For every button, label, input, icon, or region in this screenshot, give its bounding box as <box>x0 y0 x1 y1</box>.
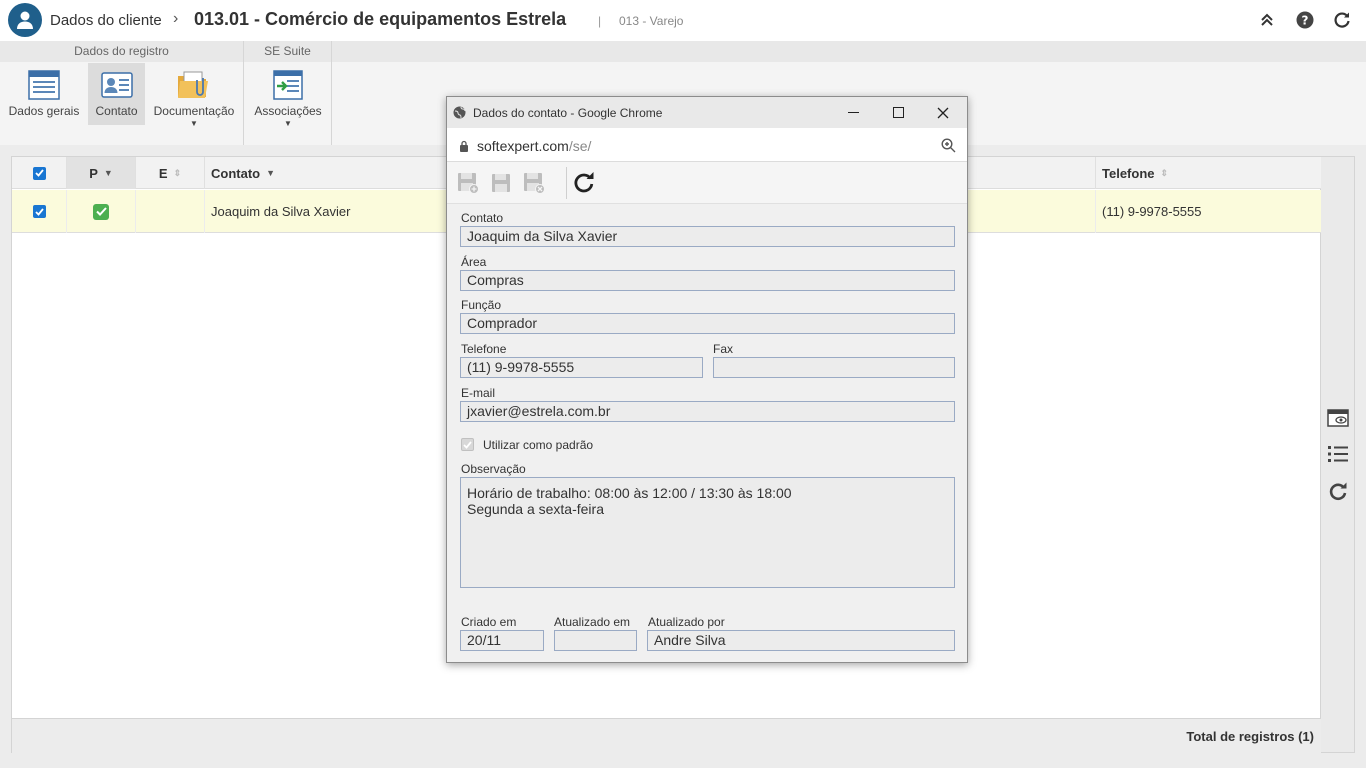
atualizado-em-field-label: Atualizado em <box>554 615 631 629</box>
atualizado-em-field <box>554 630 637 651</box>
chevron-down-icon: ▼ <box>284 119 292 128</box>
popup-window-title: Dados do contato - Google Chrome <box>473 106 663 120</box>
save-icon[interactable] <box>489 171 513 195</box>
associacoes-label: Associações <box>254 104 322 118</box>
contato-label: Contato <box>95 104 138 118</box>
column-header-e[interactable]: E ⇕ <box>136 157 205 189</box>
telefone-field[interactable]: (11) 9-9978-5555 <box>460 357 703 378</box>
toolbar-divider <box>566 167 567 199</box>
atualizado-por-field: Andre Silva <box>647 630 955 651</box>
contato-field[interactable]: Joaquim da Silva Xavier <box>460 226 955 247</box>
grid-footer: Total de registros (1) <box>12 718 1321 753</box>
form-list-icon <box>26 68 62 102</box>
select-all-checkbox[interactable] <box>32 166 46 180</box>
select-all-checkbox-cell <box>12 157 67 189</box>
chevron-down-icon: ▼ <box>190 119 198 128</box>
lock-icon <box>459 139 469 157</box>
popup-titlebar: Dados do contato - Google Chrome <box>447 97 967 128</box>
area-field[interactable]: Compras <box>460 270 955 291</box>
column-header-telefone[interactable]: Telefone ⇕ <box>1095 157 1321 189</box>
ribbon-divider <box>331 41 332 145</box>
observacao-line: Horário de trabalho: 08:00 às 12:00 / 13… <box>467 485 792 501</box>
ribbon-divider <box>243 41 244 145</box>
breadcrumb-separator: › <box>173 10 179 27</box>
row-checkbox-cell <box>12 190 67 233</box>
minimize-button[interactable] <box>831 97 875 128</box>
email-field-label: E-mail <box>461 386 496 400</box>
funcao-field-label: Função <box>461 298 502 312</box>
url-path: /se/ <box>568 138 592 154</box>
observacao-line: Segunda a sexta-feira <box>467 501 604 517</box>
association-window-icon <box>270 68 306 102</box>
documentacao-label: Documentação <box>153 104 235 118</box>
top-header: Dados do cliente › 013.01 - Comércio de … <box>0 0 1366 41</box>
help-icon[interactable]: ? <box>1295 10 1315 30</box>
fax-field[interactable] <box>713 357 955 378</box>
view-record-icon[interactable] <box>1326 407 1350 429</box>
refresh-icon[interactable] <box>1332 10 1352 30</box>
svg-text:?: ? <box>1302 14 1309 28</box>
criado-em-field-label: Criado em <box>461 615 517 629</box>
refresh-icon[interactable] <box>1326 481 1350 503</box>
observacao-field-label: Observação <box>461 462 526 476</box>
chrome-globe-icon <box>453 106 466 124</box>
page-title: 013.01 - Comércio de equipamentos Estrel… <box>194 9 567 29</box>
column-header-contato[interactable]: Contato ▼ <box>205 157 453 189</box>
fax-field-label: Fax <box>713 342 734 356</box>
ribbon-group-dados-do-registro: Dados do registro <box>74 44 169 58</box>
contato-button[interactable]: Contato <box>88 63 145 125</box>
sort-icon: ⇕ <box>173 167 182 178</box>
breadcrumb[interactable]: Dados do cliente <box>50 12 162 29</box>
maximize-button[interactable] <box>876 97 920 128</box>
column-header-telefone-label: Telefone <box>1102 165 1155 181</box>
save-new-icon[interactable] <box>456 171 480 195</box>
row-e-cell <box>136 190 205 233</box>
list-icon[interactable] <box>1326 443 1350 465</box>
refresh-icon[interactable] <box>572 171 596 195</box>
contact-popup-window: Dados do contato - Google Chrome softexp… <box>446 96 968 663</box>
ribbon-group-se-suite: SE Suite <box>264 44 311 58</box>
column-header-p-label: P <box>89 165 98 181</box>
associacoes-button[interactable]: Associações ▼ <box>249 63 327 128</box>
side-action-bar <box>1321 156 1355 753</box>
area-field-label: Área <box>461 255 487 269</box>
zoom-icon[interactable] <box>941 138 956 158</box>
telefone-field-label: Telefone <box>461 342 507 356</box>
close-button[interactable] <box>921 97 965 128</box>
checkmark-icon <box>93 203 109 220</box>
observacao-field[interactable]: Horário de trabalho: 08:00 às 12:00 / 13… <box>460 477 955 588</box>
column-header-p[interactable]: P ▼ <box>67 157 136 189</box>
url-text: softexpert.com/se/ <box>477 138 591 154</box>
row-padrao-cell <box>67 190 136 233</box>
user-avatar-icon[interactable] <box>8 3 42 37</box>
row-checkbox[interactable] <box>32 205 46 218</box>
contact-card-icon <box>99 68 135 102</box>
sort-desc-icon: ▼ <box>266 168 276 178</box>
popup-address-bar[interactable]: softexpert.com/se/ <box>447 128 967 162</box>
utilizar-como-padrao-label: Utilizar como padrão <box>483 438 594 452</box>
email-field[interactable]: jxavier@estrela.com.br <box>460 401 955 422</box>
folder-attachment-icon <box>176 68 212 102</box>
sort-desc-icon: ▼ <box>103 168 113 178</box>
url-host: softexpert.com <box>477 138 569 154</box>
criado-em-field: 20/11 <box>460 630 544 651</box>
contato-field-label: Contato <box>461 211 504 225</box>
documentacao-button[interactable]: Documentação ▼ <box>150 63 238 128</box>
dados-gerais-button[interactable]: Dados gerais <box>5 63 83 125</box>
sort-icon: ⇕ <box>1160 167 1169 178</box>
funcao-field[interactable]: Comprador <box>460 313 955 334</box>
dados-gerais-label: Dados gerais <box>8 104 80 118</box>
row-contato-cell: Joaquim da Silva Xavier <box>205 190 453 233</box>
collapse-up-icon[interactable] <box>1257 10 1277 30</box>
title-separator: | <box>598 14 602 28</box>
page-subtitle: 013 - Varejo <box>619 14 684 28</box>
total-records: Total de registros (1) <box>1186 729 1314 744</box>
atualizado-por-field-label: Atualizado por <box>648 615 725 629</box>
column-header-contato-label: Contato <box>211 165 261 181</box>
utilizar-como-padrao-checkbox[interactable] <box>461 438 474 451</box>
save-close-icon[interactable] <box>522 171 546 195</box>
column-header-e-label: E <box>158 165 168 181</box>
popup-toolbar <box>447 162 967 204</box>
row-telefone-cell: (11) 9-9978-5555 <box>1095 190 1321 233</box>
